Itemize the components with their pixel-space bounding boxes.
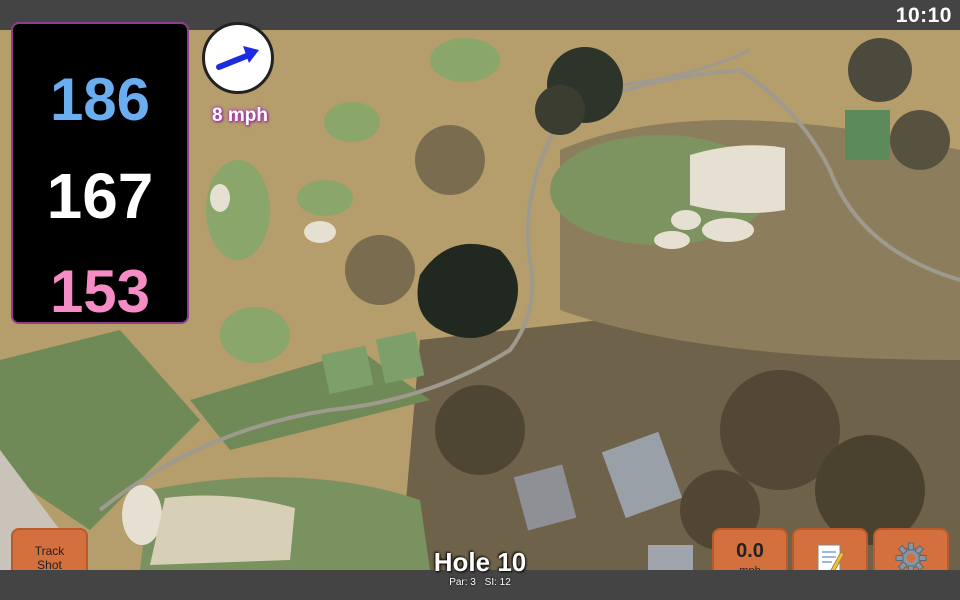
speed-value: 0.0 [736, 539, 764, 562]
clock: 10:10 [895, 4, 952, 27]
hole-info: Par: 3 SI: 12 [380, 577, 580, 588]
back-distance: 186 [49, 66, 151, 133]
wind-dial [202, 22, 274, 94]
hole-title: Hole 10 [433, 547, 527, 577]
wind-speed: 8 mph [212, 105, 268, 126]
hole-stroke-index: SI: 12 [484, 577, 511, 588]
wind-direction-arrow-icon [216, 46, 259, 70]
front-distance: 153 [49, 258, 151, 325]
distance-panel: 186 167 153 [11, 22, 189, 324]
middle-distance: 167 [46, 160, 154, 232]
hole-par: Par: 3 [449, 577, 476, 588]
track-shot-label: Track Shot [34, 544, 65, 572]
